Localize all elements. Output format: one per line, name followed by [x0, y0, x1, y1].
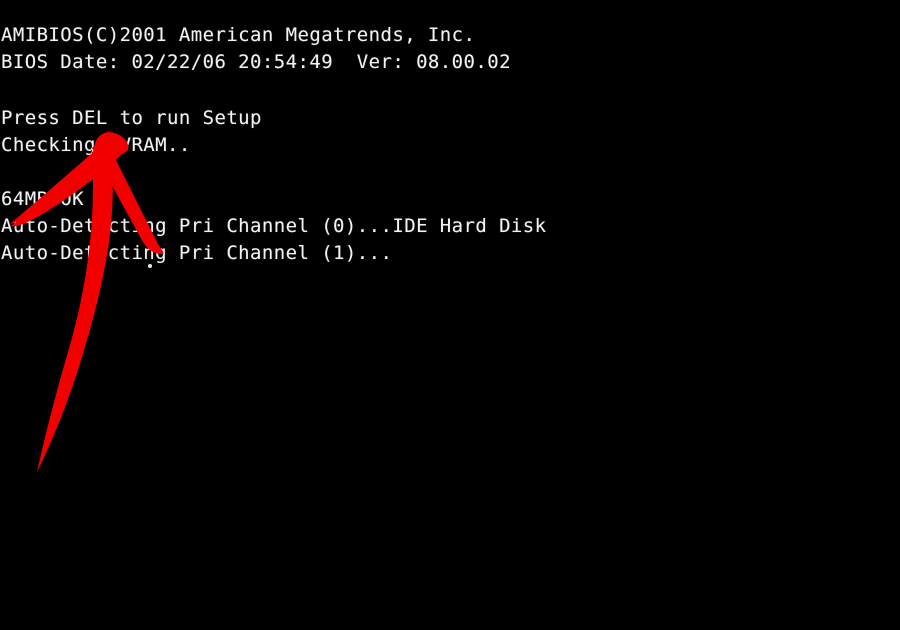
bios-post-screen: AMIBIOS(C)2001 American Megatrends, Inc.… [0, 0, 900, 630]
cursor-dot [148, 264, 152, 268]
arrow-apex-cap [94, 132, 129, 156]
red-arrow-annotation [10, 132, 164, 472]
